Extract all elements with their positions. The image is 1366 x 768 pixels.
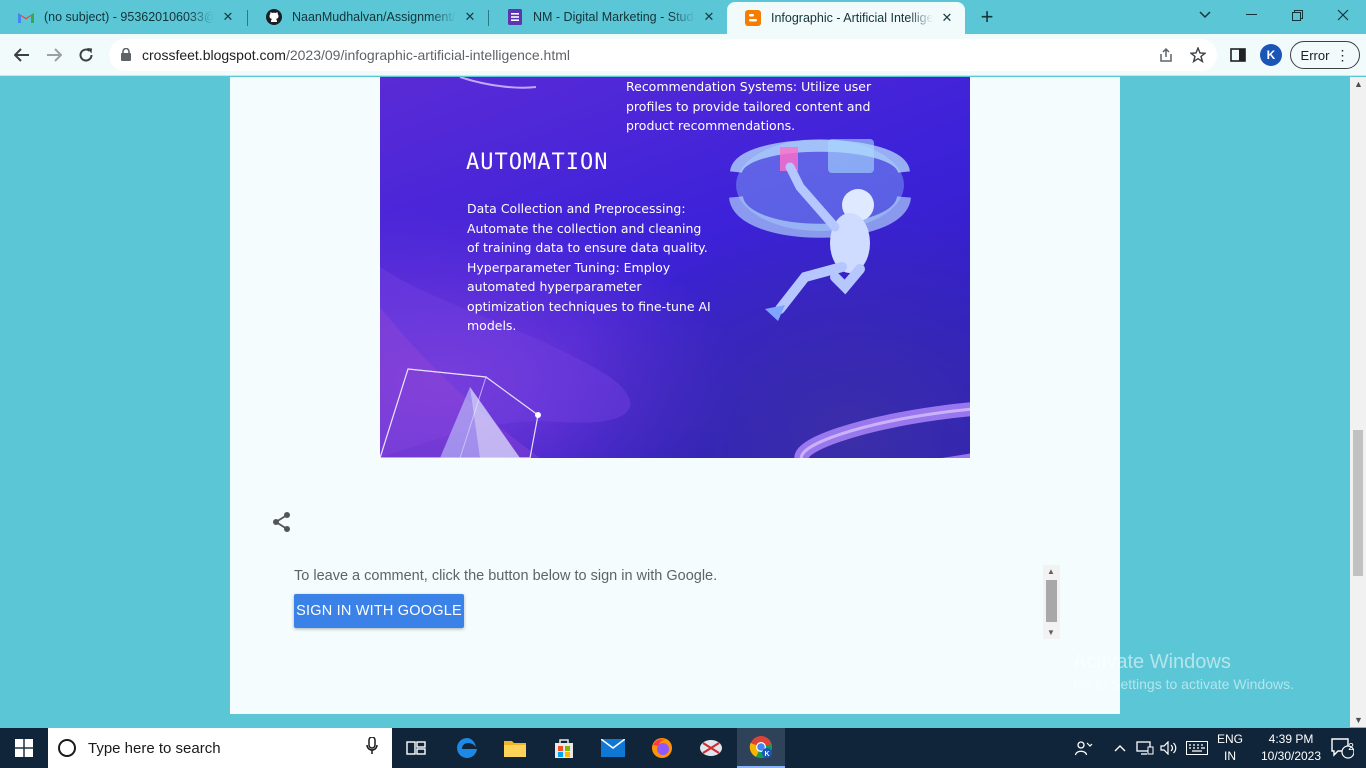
- github-icon: [266, 9, 282, 25]
- close-window-button[interactable]: [1320, 0, 1366, 30]
- scroll-thumb[interactable]: [1046, 580, 1057, 622]
- tab-forms[interactable]: NM - Digital Marketing - Studen ✕: [489, 0, 727, 34]
- tab-title: Infographic - Artificial Intelligenc: [771, 11, 933, 25]
- network-icon[interactable]: [1134, 728, 1156, 768]
- mail-icon[interactable]: [589, 728, 637, 768]
- share-icon[interactable]: [270, 510, 294, 534]
- file-explorer-icon[interactable]: [491, 728, 539, 768]
- language-region: IN: [1224, 749, 1236, 763]
- address-bar[interactable]: crossfeet.blogspot.com/2023/09/infograph…: [109, 39, 1217, 71]
- scroll-up-arrow-icon[interactable]: ▲: [1354, 79, 1363, 89]
- tab-github[interactable]: NaanMudhalvan/Assignment/Ka ✕: [248, 0, 488, 34]
- scroll-down-arrow-icon[interactable]: ▼: [1354, 715, 1363, 725]
- browser-toolbar: crossfeet.blogspot.com/2023/09/infograph…: [0, 34, 1366, 76]
- page-viewport: Recommendation Systems: Utilize user pro…: [0, 77, 1350, 727]
- tab-title: NaanMudhalvan/Assignment/Ka: [292, 10, 456, 24]
- url-path: /2023/09/infographic-artificial-intellig…: [285, 47, 571, 63]
- bookmark-star-icon[interactable]: [1190, 47, 1206, 63]
- firefox-icon[interactable]: [638, 728, 686, 768]
- tab-gmail[interactable]: (no subject) - 953620106033@n ✕: [0, 0, 246, 34]
- search-placeholder: Type here to search: [88, 739, 221, 757]
- close-tab-icon[interactable]: ✕: [939, 10, 955, 26]
- lock-icon[interactable]: [121, 47, 131, 61]
- gmail-icon: [18, 9, 34, 25]
- people-icon[interactable]: [1072, 728, 1096, 768]
- tab-title: NM - Digital Marketing - Studen: [533, 10, 695, 24]
- taskbar-search[interactable]: Type here to search: [48, 728, 392, 768]
- tab-title: (no subject) - 953620106033@n: [44, 10, 214, 24]
- close-tab-icon[interactable]: ✕: [701, 9, 717, 25]
- volume-icon[interactable]: [1158, 728, 1180, 768]
- notification-center-icon[interactable]: 2: [1322, 728, 1362, 768]
- forward-button[interactable]: [42, 43, 66, 67]
- svg-text:K: K: [764, 751, 769, 758]
- blogger-icon: [745, 10, 761, 26]
- profile-avatar[interactable]: K: [1260, 44, 1282, 66]
- language-code: ENG: [1216, 732, 1243, 746]
- tab-infographic[interactable]: Infographic - Artificial Intelligenc ✕: [727, 2, 965, 34]
- page-scrollbar[interactable]: ▲ ▼: [1350, 77, 1366, 727]
- more-menu-icon: ⋮: [1335, 47, 1350, 63]
- snipping-tool-icon[interactable]: [687, 728, 735, 768]
- keyboard-icon[interactable]: [1184, 728, 1210, 768]
- start-button[interactable]: [0, 728, 48, 768]
- clock-time: 4:39 PM: [1268, 732, 1314, 746]
- tab-search-chevron-icon[interactable]: [1182, 0, 1228, 30]
- edge-icon[interactable]: [443, 728, 491, 768]
- reload-button[interactable]: [74, 43, 98, 67]
- blog-post: Recommendation Systems: Utilize user pro…: [230, 77, 1120, 714]
- scroll-down-arrow-icon[interactable]: ▼: [1047, 628, 1055, 637]
- automation-body-text: Data Collection and Preprocessing: Autom…: [467, 201, 711, 333]
- notification-count: 2: [1348, 742, 1354, 753]
- watermark-subtitle: Go to Settings to activate Windows.: [1073, 676, 1294, 692]
- restore-button[interactable]: [1274, 0, 1320, 30]
- forms-icon: [507, 9, 523, 25]
- scroll-up-arrow-icon[interactable]: ▲: [1047, 567, 1055, 576]
- error-button[interactable]: Error ⋮: [1290, 41, 1360, 69]
- clock-date: 10/30/2023: [1260, 749, 1322, 763]
- windows-logo-icon: [15, 739, 33, 757]
- error-label: Error: [1300, 47, 1330, 63]
- page-scroll-thumb[interactable]: [1353, 430, 1363, 576]
- new-tab-button[interactable]: +: [975, 4, 999, 29]
- tab-strip: (no subject) - 953620106033@n ✕ NaanMudh…: [0, 0, 1366, 34]
- microphone-icon[interactable]: [366, 735, 378, 760]
- comment-prompt: To leave a comment, click the button bel…: [294, 568, 718, 584]
- share-page-icon[interactable]: [1158, 47, 1174, 63]
- activate-windows-watermark: Activate Windows Go to Settings to activ…: [1073, 651, 1294, 692]
- sign-in-with-google-button[interactable]: SIGN IN WITH GOOGLE: [294, 594, 464, 628]
- show-hidden-icons-chevron-icon[interactable]: [1110, 728, 1130, 768]
- input-language[interactable]: ENG IN: [1212, 731, 1248, 765]
- chrome-icon[interactable]: K: [737, 728, 785, 768]
- microsoft-store-icon[interactable]: [540, 728, 588, 768]
- close-tab-icon[interactable]: ✕: [462, 9, 478, 25]
- url-host: crossfeet.blogspot.com: [142, 47, 286, 63]
- back-button[interactable]: [10, 43, 34, 67]
- system-clock[interactable]: 4:39 PM 10/30/2023: [1256, 731, 1326, 765]
- side-panel-icon[interactable]: [1228, 45, 1248, 65]
- search-icon: [58, 739, 76, 757]
- comment-frame-scrollbar[interactable]: ▲ ▼: [1043, 565, 1060, 639]
- minimize-button[interactable]: [1228, 0, 1274, 30]
- automation-heading: AUTOMATION: [466, 150, 609, 175]
- infographic-image: Recommendation Systems: Utilize user pro…: [380, 77, 970, 458]
- watermark-title: Activate Windows: [1073, 651, 1231, 673]
- recommendation-systems-text: Recommendation Systems: Utilize user pro…: [626, 79, 872, 133]
- close-tab-icon[interactable]: ✕: [220, 9, 236, 25]
- url-text: crossfeet.blogspot.com/2023/09/infograph…: [142, 47, 570, 63]
- task-view-icon[interactable]: [392, 728, 440, 768]
- windows-taskbar: Type here to search K ENG IN 4:39 PM 10/…: [0, 728, 1366, 768]
